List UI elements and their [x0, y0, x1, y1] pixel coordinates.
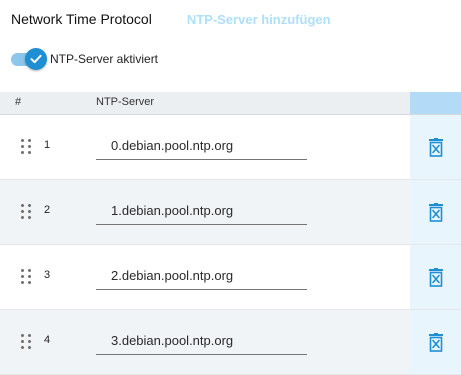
table-header: # NTP-Server [0, 92, 461, 115]
table-row: 3 2.debian.pool.ntp.org [0, 245, 461, 310]
ntp-enabled-label: NTP-Server aktiviert [50, 52, 159, 66]
action-cell [410, 245, 461, 309]
drag-handle-icon[interactable] [21, 204, 33, 222]
ntp-server-field[interactable]: 3.debian.pool.ntp.org [96, 322, 307, 355]
table-row: 2 1.debian.pool.ntp.org [0, 180, 461, 245]
ntp-server-value: 2.debian.pool.ntp.org [111, 268, 234, 283]
row-number: 1 [44, 139, 51, 151]
check-icon [30, 54, 42, 64]
column-header-actions [410, 92, 461, 114]
page-title: Network Time Protocol [11, 11, 152, 27]
ntp-enabled-row: NTP-Server aktiviert [10, 48, 158, 70]
drag-handle-icon[interactable] [21, 334, 33, 352]
toggle-knob [25, 48, 47, 70]
action-cell [410, 310, 461, 374]
table-row: 4 3.debian.pool.ntp.org [0, 310, 461, 375]
drag-handle-icon[interactable] [21, 269, 33, 287]
ntp-server-value: 1.debian.pool.ntp.org [111, 203, 234, 218]
column-header-number: # [15, 96, 22, 108]
table-row: 1 0.debian.pool.ntp.org [0, 115, 461, 180]
header: Network Time Protocol NTP-Server hinzufü… [11, 10, 331, 28]
delete-icon[interactable] [427, 332, 445, 352]
delete-icon[interactable] [427, 267, 445, 287]
delete-icon[interactable] [427, 137, 445, 157]
row-number: 4 [44, 334, 51, 346]
delete-icon[interactable] [427, 202, 445, 222]
action-cell [410, 180, 461, 244]
column-header-server: NTP-Server [96, 96, 155, 108]
add-ntp-server-button[interactable]: NTP-Server hinzufügen [187, 12, 331, 27]
ntp-server-field[interactable]: 2.debian.pool.ntp.org [96, 257, 307, 290]
action-cell [410, 115, 461, 179]
drag-handle-icon[interactable] [21, 139, 33, 157]
ntp-server-field[interactable]: 0.debian.pool.ntp.org [96, 127, 307, 160]
ntp-server-value: 0.debian.pool.ntp.org [111, 138, 234, 153]
ntp-settings-panel: Network Time Protocol NTP-Server hinzufü… [0, 0, 461, 375]
ntp-server-value: 3.debian.pool.ntp.org [111, 333, 234, 348]
ntp-server-table: # NTP-Server 1 0.debian.pool.ntp.org 2 1… [0, 92, 461, 375]
row-number: 3 [44, 269, 51, 281]
ntp-enabled-toggle[interactable] [10, 48, 47, 70]
row-number: 2 [44, 204, 51, 216]
ntp-server-field[interactable]: 1.debian.pool.ntp.org [96, 192, 307, 225]
